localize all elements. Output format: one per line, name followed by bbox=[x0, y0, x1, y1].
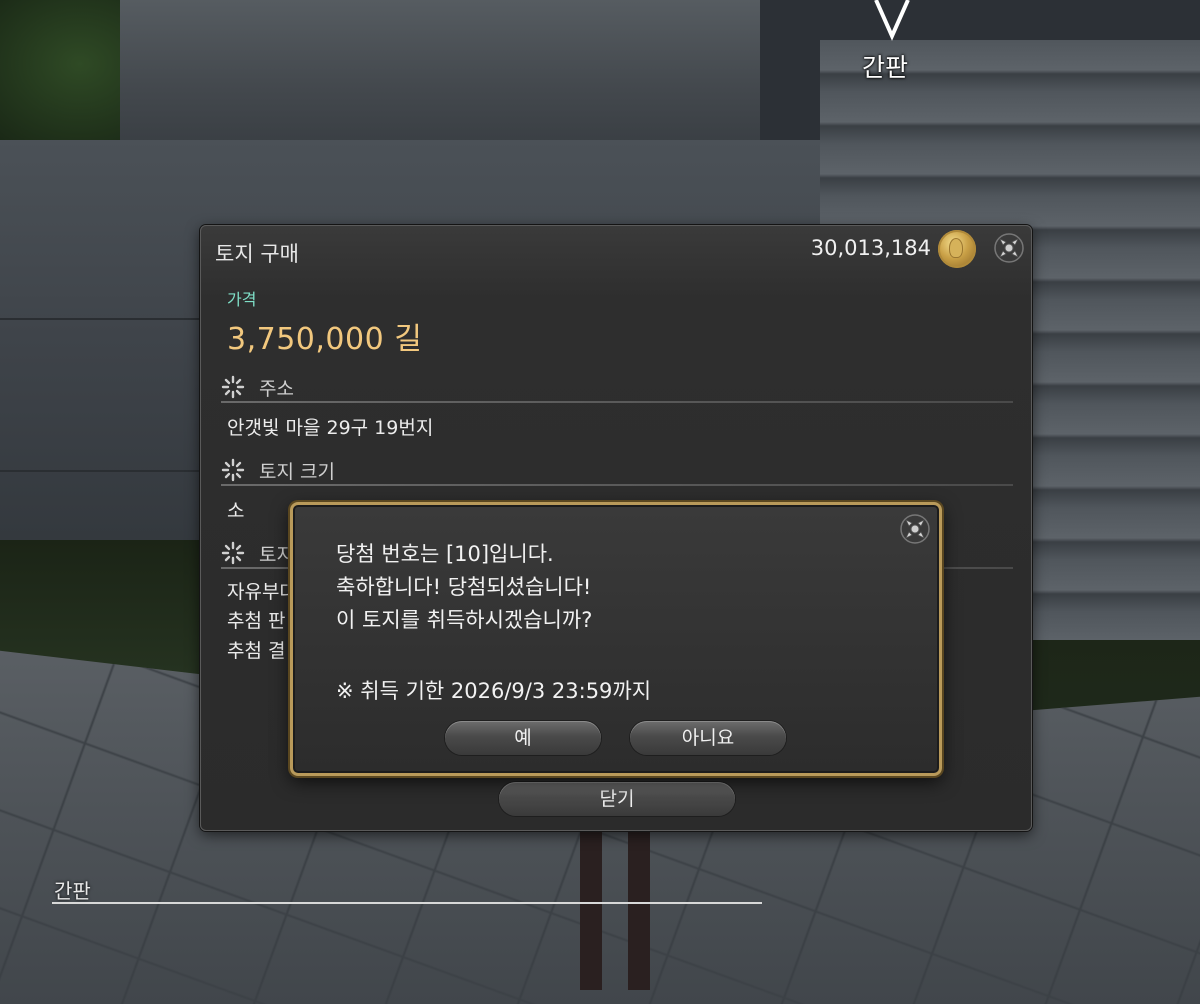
address-value: 안갯빛 마을 29구 19번지 bbox=[227, 417, 434, 439]
dialog-deadline: ※ 취득 기한 2026/9/3 23:59까지 bbox=[336, 679, 652, 703]
land-info-value: 추첨 판 bbox=[227, 610, 286, 632]
close-button[interactable]: 닫기 bbox=[499, 782, 735, 816]
close-icon[interactable] bbox=[993, 232, 1025, 264]
close-icon[interactable] bbox=[899, 513, 931, 545]
dialog-message: 당첨 번호는 [10]입니다. bbox=[336, 542, 554, 566]
gil-balance: 30,013,184 bbox=[810, 236, 931, 260]
section-divider bbox=[221, 484, 1013, 486]
target-marker-icon bbox=[874, 0, 910, 41]
section-header-address: 주소 bbox=[221, 372, 1013, 403]
section-title: 주소 bbox=[259, 378, 294, 400]
dialog-message: 이 토지를 취득하시겠습니까? bbox=[336, 608, 593, 632]
section-bullet-icon bbox=[221, 458, 245, 482]
yes-button[interactable]: 예 bbox=[445, 721, 601, 755]
price-label: 가격 bbox=[227, 290, 257, 309]
dialog-message: 축하합니다! 당첨되셨습니다! bbox=[336, 575, 592, 599]
target-name-underline bbox=[52, 902, 762, 904]
section-header-land-size: 토지 크기 bbox=[221, 455, 1013, 486]
player-character bbox=[560, 830, 670, 990]
section-bullet-icon bbox=[221, 375, 245, 399]
land-size-value: 소 bbox=[227, 500, 245, 522]
no-button[interactable]: 아니요 bbox=[630, 721, 786, 755]
section-bullet-icon bbox=[221, 541, 245, 565]
stone-wall-top bbox=[120, 0, 760, 150]
land-info-value: 추첨 결 bbox=[227, 640, 286, 662]
target-name-label: 간판 bbox=[54, 879, 91, 903]
section-title: 토지 bbox=[259, 544, 294, 566]
section-title: 토지 크기 bbox=[259, 461, 335, 483]
lottery-result-dialog: 당첨 번호는 [10]입니다. 축하합니다! 당첨되셨습니다! 이 토지를 취득… bbox=[290, 502, 942, 776]
section-divider bbox=[221, 401, 1013, 403]
land-info-value: 자유부대 bbox=[227, 581, 297, 603]
gil-coin-icon bbox=[938, 230, 976, 268]
price-value: 3,750,000 길 bbox=[227, 322, 423, 357]
target-nameplate[interactable]: 간판 bbox=[862, 48, 908, 84]
window-title: 토지 구매 bbox=[215, 242, 299, 266]
